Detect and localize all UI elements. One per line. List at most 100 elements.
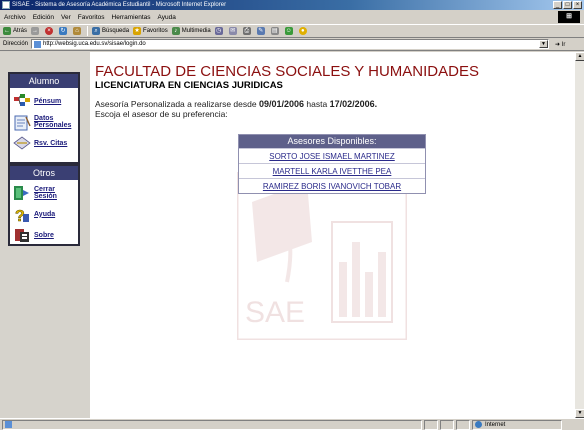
otros-panel: Otros Cerrar Sesión ? Ayuda Sobre: [8, 164, 80, 246]
sidebar: Alumno Pénsum Datos Personales Rsv. Cita…: [0, 52, 90, 418]
sidebar-item-label: Rsv. Citas: [34, 139, 68, 147]
program-title: LICENCIATURA EN CIENCIAS JURIDICAS: [95, 80, 283, 91]
address-label: Dirección: [3, 41, 29, 47]
stop-button[interactable]: ×: [45, 27, 55, 35]
window-title: SISAE - Sistema de Asesoría Académica Es…: [12, 2, 227, 8]
advisors-table: Asesores Disponibles: SORTO JOSE ISMAEL …: [238, 134, 426, 194]
forward-button[interactable]: →: [31, 27, 41, 35]
refresh-button[interactable]: ↻: [59, 27, 69, 35]
stop-icon: ×: [45, 27, 54, 35]
advisors-table-header: Asesores Disponibles:: [239, 135, 425, 148]
status-cell-empty: [424, 419, 438, 430]
messenger-icon: ☺: [284, 27, 293, 35]
scroll-up-icon[interactable]: ▲: [575, 52, 584, 61]
menu-edicion[interactable]: Edición: [33, 14, 54, 21]
asesoria-mid: hasta: [306, 99, 328, 109]
sidebar-item-label: Cerrar Sesión: [34, 186, 57, 200]
maximize-button[interactable]: □: [563, 1, 572, 9]
vertical-scrollbar[interactable]: ▲ ▼: [574, 52, 584, 418]
search-label: Búsqueda: [102, 28, 130, 34]
table-row: SORTO JOSE ISMAEL MARTINEZ: [239, 148, 425, 163]
close-button[interactable]: ×: [573, 1, 582, 9]
alumno-panel: Alumno Pénsum Datos Personales Rsv. Cita…: [8, 72, 80, 164]
menu-favoritos[interactable]: Favoritos: [78, 14, 105, 21]
date-from: 09/01/2006: [258, 99, 305, 109]
menu-bar: Archivo Edición Ver Favoritos Herramient…: [0, 11, 584, 23]
internet-globe-icon: [475, 421, 482, 428]
address-input[interactable]: http://websig.uca.edu.sv/sisae/login.do …: [31, 39, 550, 49]
menu-ayuda[interactable]: Ayuda: [158, 14, 176, 21]
address-url: http://websig.uca.edu.sv/sisae/login.do: [43, 41, 146, 47]
minimize-button[interactable]: _: [553, 1, 562, 9]
scroll-down-icon[interactable]: ▼: [575, 409, 584, 418]
search-button[interactable]: ⌕ Búsqueda: [92, 27, 129, 35]
sidebar-item-datos-personales[interactable]: Datos Personales: [13, 114, 78, 131]
favorites-button[interactable]: ★ Favoritos: [133, 27, 168, 35]
multimedia-button[interactable]: ♪ Multimedia: [171, 27, 211, 35]
forward-arrow-icon: →: [31, 27, 40, 35]
edit-button[interactable]: ✎: [256, 27, 267, 35]
sidebar-item-rsv-citas[interactable]: Rsv. Citas: [13, 135, 78, 151]
mail-button[interactable]: ✉: [228, 27, 239, 35]
help-icon: ?: [13, 206, 31, 225]
edit-icon: ✎: [256, 27, 265, 35]
page-viewport: Alumno Pénsum Datos Personales Rsv. Cita…: [0, 52, 574, 418]
status-bar: Internet: [0, 418, 584, 430]
date-to: 17/02/2006.: [329, 99, 378, 109]
sidebar-item-pensum[interactable]: Pénsum: [13, 93, 78, 109]
discuss-icon: ▤: [270, 27, 279, 35]
favorites-label: Favoritos: [143, 28, 168, 34]
address-dropdown-icon[interactable]: ▼: [539, 40, 549, 48]
logout-icon: [13, 185, 31, 201]
favorites-icon: ★: [133, 27, 142, 35]
print-icon: ⎙: [242, 27, 251, 35]
status-message: [2, 419, 422, 430]
sidebar-item-label: Ayuda: [34, 210, 56, 218]
multimedia-label: Multimedia: [181, 28, 211, 34]
messenger-button[interactable]: ☺: [284, 27, 295, 35]
advisor-link[interactable]: SORTO JOSE ISMAEL MARTINEZ: [269, 152, 395, 161]
menu-ver[interactable]: Ver: [61, 14, 71, 21]
window-titlebar: SISAE - Sistema de Asesoría Académica Es…: [0, 0, 584, 10]
choose-advisor-text: Escoja el asesor de su preferencia:: [95, 109, 228, 119]
address-bar: Dirección http://websig.uca.edu.sv/sisae…: [0, 38, 584, 51]
personal-data-icon: [13, 114, 31, 131]
back-button[interactable]: ← Atrás: [3, 27, 27, 35]
extra-icon: ●: [298, 27, 307, 35]
menu-archivo[interactable]: Archivo: [4, 14, 26, 21]
windows-logo-icon: ⊞: [558, 11, 580, 23]
search-icon: ⌕: [92, 27, 101, 35]
mail-icon: ✉: [228, 27, 237, 35]
appointment-icon: [13, 135, 31, 151]
pensum-icon: [13, 93, 31, 109]
extra-button[interactable]: ●: [298, 27, 309, 35]
history-button[interactable]: ◷: [214, 27, 225, 35]
go-label: Ir: [561, 41, 566, 48]
asesoria-text: Asesoría Personalizada a realizarse desd…: [95, 99, 377, 109]
back-arrow-icon: ←: [3, 27, 11, 35]
discuss-button[interactable]: ▤: [270, 27, 281, 35]
window-controls: _ □ ×: [553, 1, 582, 9]
home-button[interactable]: ⌂: [73, 27, 83, 35]
watermark-text: SAE: [245, 296, 305, 329]
go-button[interactable]: ➜ Ir: [555, 41, 565, 48]
status-cell-empty: [440, 419, 454, 430]
faculty-title: FACULTAD DE CIENCIAS SOCIALES Y HUMANIDA…: [95, 63, 479, 80]
refresh-icon: ↻: [59, 27, 68, 35]
status-cell-empty: [456, 419, 470, 430]
sidebar-item-label: Datos Personales: [34, 115, 72, 129]
print-button[interactable]: ⎙: [242, 27, 253, 35]
status-zone: Internet: [472, 419, 562, 430]
page-status-icon: [5, 421, 12, 428]
sidebar-item-ayuda[interactable]: ? Ayuda: [13, 206, 78, 226]
sidebar-item-cerrar-sesion[interactable]: Cerrar Sesión: [13, 185, 78, 201]
sidebar-item-label: Pénsum: [34, 97, 62, 105]
page-icon: [34, 40, 42, 48]
multimedia-icon: ♪: [171, 27, 180, 35]
back-label: Atrás: [13, 28, 28, 34]
advisor-link[interactable]: MARTELL KARLA IVETTHE PEA: [273, 167, 392, 176]
sidebar-item-sobre[interactable]: Sobre: [13, 227, 78, 243]
alumno-panel-title: Alumno: [10, 74, 78, 88]
advisor-link[interactable]: RAMIREZ BORIS IVANOVICH TOBAR: [263, 182, 401, 191]
menu-herramientas[interactable]: Herramientas: [112, 14, 151, 21]
